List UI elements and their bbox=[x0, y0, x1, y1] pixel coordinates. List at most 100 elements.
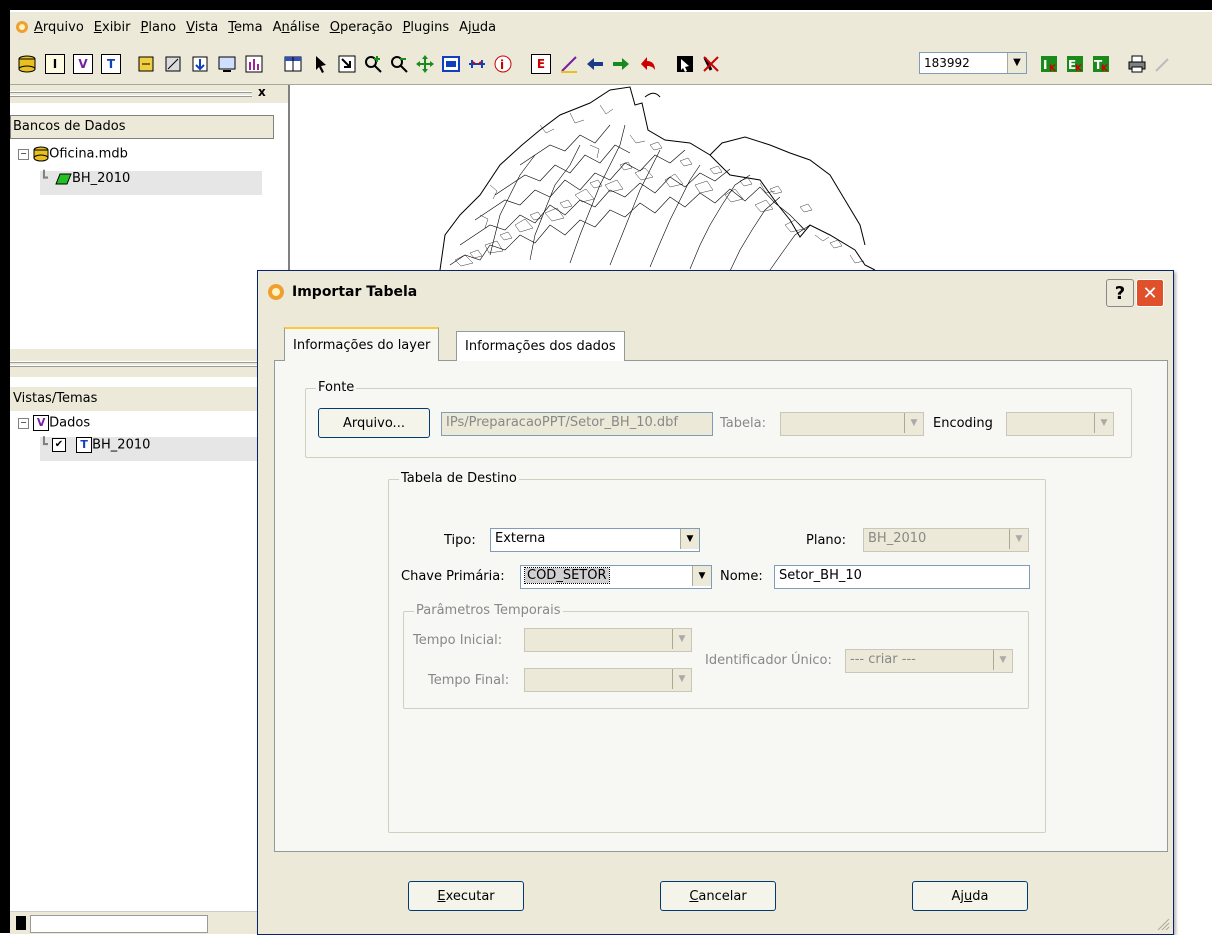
file-path-field[interactable]: IPs/PreparacaoPPT/Setor_BH_10.dbf bbox=[441, 412, 713, 436]
nome-field[interactable]: Setor_BH_10 bbox=[774, 565, 1030, 589]
zoom-in-icon[interactable] bbox=[362, 53, 384, 75]
dialog-title: Importar Tabela bbox=[292, 284, 418, 300]
chevron-down-icon[interactable]: ▼ bbox=[1009, 529, 1028, 549]
database-icon bbox=[33, 146, 49, 162]
tree-item-database[interactable]: − Oficina.mdb bbox=[18, 146, 128, 162]
graph-icon[interactable] bbox=[243, 53, 265, 75]
tab-informacoes-layer[interactable]: Informações do layer bbox=[284, 327, 440, 361]
fonte-legend: Fonte bbox=[316, 380, 357, 395]
chevron-down-icon[interactable]: ▼ bbox=[1094, 413, 1113, 433]
menu-analise[interactable]: Análise bbox=[273, 20, 320, 35]
menu-ajuda[interactable]: Ajuda bbox=[459, 20, 496, 35]
tree-item-view[interactable]: − V Dados bbox=[18, 415, 90, 431]
collapse-icon[interactable]: − bbox=[18, 148, 29, 160]
measure-icon[interactable] bbox=[466, 53, 488, 75]
map-polygons bbox=[439, 86, 876, 272]
window-frame-top bbox=[10, 0, 1212, 10]
delete-selection-icon[interactable] bbox=[700, 53, 722, 75]
table-icon[interactable] bbox=[282, 53, 304, 75]
database-name: Oficina.mdb bbox=[49, 146, 128, 162]
scale-select[interactable]: 183992 ▼ bbox=[919, 52, 1027, 74]
close-button[interactable]: ✕ bbox=[1136, 279, 1164, 307]
pointer-icon[interactable] bbox=[310, 53, 332, 75]
menu-exibir[interactable]: Exibir bbox=[94, 20, 131, 35]
edit-mode-button[interactable]: E bbox=[530, 53, 552, 75]
chave-primaria-select[interactable]: COD_SETOR ▼ bbox=[520, 565, 712, 589]
print-icon[interactable] bbox=[1126, 53, 1148, 75]
arrow-right-icon[interactable] bbox=[610, 53, 632, 75]
layer-ik-icon[interactable]: IK bbox=[1038, 53, 1060, 75]
tempo-inicial-select[interactable]: ▼ bbox=[524, 628, 692, 652]
horizontal-scrollbar[interactable] bbox=[10, 911, 288, 934]
scroll-left-icon[interactable] bbox=[16, 916, 26, 930]
dialog-titlebar[interactable]: Importar Tabela ? ✕ bbox=[258, 271, 1173, 313]
arrow-left-icon[interactable] bbox=[584, 53, 606, 75]
extent-icon[interactable] bbox=[440, 53, 462, 75]
tree-item-layer[interactable]: ┗ BH_2010 bbox=[40, 171, 262, 195]
plano-label: Plano: bbox=[806, 533, 846, 548]
view-icon: V bbox=[33, 415, 50, 431]
chevron-down-icon[interactable]: ▼ bbox=[672, 629, 691, 649]
collapse-icon[interactable]: − bbox=[18, 417, 29, 429]
tempo-final-label: Tempo Final: bbox=[428, 673, 510, 688]
view-button[interactable]: V bbox=[72, 53, 94, 75]
window-frame-left bbox=[0, 0, 10, 933]
tabela-select[interactable]: ▼ bbox=[780, 412, 924, 436]
menu-plano[interactable]: Plano bbox=[141, 20, 177, 35]
encoding-select[interactable]: ▼ bbox=[1006, 412, 1114, 436]
panel-grip[interactable]: x bbox=[10, 85, 288, 99]
databases-tree: Bancos de Dados − Oficina.mdb ┗ BH_2010 bbox=[10, 103, 288, 349]
select-icon[interactable] bbox=[336, 53, 358, 75]
edit-icon[interactable] bbox=[162, 53, 184, 75]
arquivo-button[interactable]: Arquivo... bbox=[318, 408, 430, 438]
help-button[interactable]: ? bbox=[1106, 279, 1134, 307]
chevron-down-icon[interactable]: ▼ bbox=[672, 669, 691, 689]
svg-text:i: i bbox=[500, 58, 504, 72]
identificador-select[interactable]: --- criar --- ▼ bbox=[845, 649, 1013, 673]
scrollbar-thumb[interactable] bbox=[30, 915, 208, 933]
select-arrow-icon[interactable] bbox=[674, 53, 696, 75]
ajuda-button[interactable]: Aj u da bbox=[912, 881, 1028, 911]
pan-icon[interactable] bbox=[414, 53, 436, 75]
tempo-final-select[interactable]: ▼ bbox=[524, 668, 692, 692]
menu-plugins[interactable]: Plugins bbox=[403, 20, 450, 35]
cancelar-button[interactable]: Cancelar bbox=[660, 881, 776, 911]
zoom-out-icon[interactable] bbox=[388, 53, 410, 75]
layer-ek-icon[interactable]: EK bbox=[1064, 53, 1086, 75]
undo-icon[interactable] bbox=[636, 53, 658, 75]
destino-legend: Tabela de Destino bbox=[399, 471, 519, 486]
theme-checkbox[interactable]: ✔ bbox=[51, 438, 66, 452]
layer-name: BH_2010 bbox=[71, 171, 131, 186]
chevron-down-icon[interactable]: ▼ bbox=[904, 413, 923, 433]
menu-arquivo[interactable]: Arquivo bbox=[34, 20, 84, 35]
theme-button[interactable]: T bbox=[100, 53, 122, 75]
panel-grip-views[interactable] bbox=[10, 349, 288, 377]
plano-select[interactable]: BH_2010 ▼ bbox=[863, 528, 1029, 552]
more-tools-icon[interactable] bbox=[1152, 53, 1174, 75]
display-icon[interactable] bbox=[216, 53, 238, 75]
info-icon[interactable]: i bbox=[492, 53, 514, 75]
menu-vista[interactable]: Vista bbox=[186, 20, 218, 35]
database-icon[interactable] bbox=[16, 53, 38, 75]
draw-line-icon[interactable] bbox=[558, 53, 580, 75]
import-icon[interactable] bbox=[135, 53, 157, 75]
menu-tema[interactable]: Tema bbox=[228, 20, 262, 35]
toolbar: I V T i E 183992 ▼ IK EK TK bbox=[10, 42, 1212, 85]
layer-tk-icon[interactable]: TK bbox=[1090, 53, 1112, 75]
databases-header: Bancos de Dados bbox=[10, 115, 274, 139]
chevron-down-icon[interactable]: ▼ bbox=[993, 650, 1012, 670]
identificador-label: Identificador Único: bbox=[705, 653, 832, 668]
export-icon[interactable] bbox=[189, 53, 211, 75]
info-layer-button[interactable]: I bbox=[44, 53, 66, 75]
executar-button[interactable]: Executar bbox=[408, 881, 524, 911]
chevron-down-icon[interactable]: ▼ bbox=[1007, 53, 1026, 73]
chevron-down-icon[interactable]: ▼ bbox=[680, 529, 699, 549]
tipo-select[interactable]: Externa ▼ bbox=[490, 528, 700, 552]
tab-informacoes-dados[interactable]: Informações dos dados bbox=[456, 331, 625, 361]
resize-grip-icon[interactable] bbox=[1154, 915, 1170, 931]
menu-operacao[interactable]: Operação bbox=[330, 20, 393, 35]
close-icon[interactable]: x bbox=[258, 85, 266, 99]
chevron-down-icon[interactable]: ▼ bbox=[692, 566, 711, 586]
views-header: Vistas/Temas bbox=[10, 387, 274, 411]
tree-item-theme[interactable]: ┗ ✔ T BH_2010 bbox=[40, 437, 262, 461]
